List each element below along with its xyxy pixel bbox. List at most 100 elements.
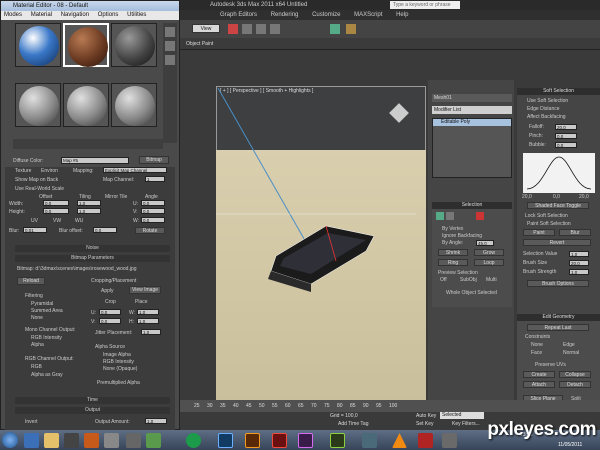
app-gray-icon[interactable] [442, 433, 457, 448]
ignore-backfacing-checkbox[interactable]: Ignore Backfacing [442, 233, 482, 239]
constraint-none-radio[interactable]: None [531, 342, 543, 348]
ring-button[interactable]: Ring [438, 259, 468, 266]
material-slot-3[interactable] [111, 23, 157, 67]
material-editor-title[interactable]: Material Editor - 08 - Default [1, 1, 179, 11]
rotate-button[interactable]: Rotate [135, 227, 165, 234]
paint-button[interactable]: Paint [523, 229, 555, 236]
invert-checkbox[interactable]: Invert [25, 419, 38, 425]
image-alpha-radio[interactable]: Image Alpha [103, 352, 131, 358]
sample-type-icon[interactable] [165, 27, 175, 37]
firefox-icon[interactable] [84, 433, 99, 448]
chrome-icon[interactable] [146, 433, 161, 448]
stack-item-editable-poly[interactable]: Editable Poly [433, 119, 511, 126]
preview-multi-radio[interactable]: Multi [486, 277, 497, 283]
rotate-icon[interactable] [256, 24, 266, 34]
illustrator-icon[interactable] [245, 433, 260, 448]
constraint-face-radio[interactable]: Face [531, 350, 542, 356]
menu-rendering[interactable]: Rendering [271, 12, 299, 18]
blur-field[interactable]: 0,01 [23, 227, 47, 233]
rgb-intensity-radio[interactable]: RGB Intensity [31, 335, 62, 341]
crop-w-field[interactable]: 1,0 [137, 309, 159, 315]
menu-material[interactable]: Material [31, 12, 52, 18]
selection-header[interactable]: Selection [432, 202, 512, 209]
angle-v-field[interactable]: 0,0 [141, 208, 165, 214]
detach-button[interactable]: Detach [559, 381, 591, 388]
pinch-field[interactable]: 0,0 [555, 133, 577, 139]
clock-date[interactable]: 11/05/2011 [558, 442, 582, 448]
app-red-icon[interactable] [418, 433, 433, 448]
set-key-button[interactable]: Set Key [416, 421, 434, 427]
show-map-on-back-checkbox[interactable]: Show Map on Back [15, 177, 58, 183]
menu-maxscript[interactable]: MAXScript [354, 12, 382, 18]
explorer-icon[interactable] [44, 433, 59, 448]
angle-u-field[interactable]: 0,0 [141, 200, 165, 206]
dreamweaver-icon[interactable] [330, 433, 345, 448]
bubble-field[interactable]: 0,0 [555, 142, 577, 148]
output-amount-field[interactable]: 1,0 [145, 418, 167, 424]
soft-selection-header[interactable]: Soft Selection [517, 88, 600, 95]
wu-radio[interactable]: WU [75, 218, 83, 224]
by-angle-checkbox[interactable]: By Angle: [442, 240, 463, 246]
jitter-field[interactable]: 1,0 [141, 329, 161, 335]
material-slot-2[interactable] [63, 23, 109, 67]
material-slot-1[interactable] [15, 23, 61, 67]
tiling-u-field[interactable]: 1,0 [77, 200, 101, 206]
brush-options-button[interactable]: Brush Options [527, 280, 589, 287]
spotify-icon[interactable] [186, 433, 201, 448]
constraint-normal-radio[interactable]: Normal [563, 350, 579, 356]
selection-value-field[interactable]: 1,0 [569, 251, 589, 257]
filter-none-radio[interactable]: None [31, 315, 43, 321]
map-channel-field[interactable]: 1 [145, 176, 165, 182]
tiling-v-field[interactable]: 1,0 [77, 208, 101, 214]
alpha-radio[interactable]: Alpha [31, 342, 44, 348]
jitter-placement-checkbox[interactable]: Jitter Placement: [95, 330, 132, 336]
3dsmax-icon[interactable] [362, 433, 377, 448]
shrink-button[interactable]: Shrink [438, 249, 468, 256]
angle-w-field[interactable]: 0,0 [141, 217, 165, 223]
ie-icon[interactable] [24, 433, 39, 448]
alpha-rgb-intensity-radio[interactable]: RGB Intensity [103, 359, 134, 365]
menu-help[interactable]: Help [396, 12, 408, 18]
material-slot-5[interactable] [63, 83, 109, 127]
key-filters-button[interactable]: Key Filters... [452, 421, 480, 427]
affect-backfacing-checkbox[interactable]: Affect Backfacing [527, 114, 566, 120]
material-slot-6[interactable] [111, 83, 157, 127]
material-slot-4[interactable] [15, 83, 61, 127]
backlight-icon[interactable] [165, 41, 175, 51]
scale-icon[interactable] [270, 24, 280, 34]
search-input[interactable]: Type a keyword or phrase [390, 1, 460, 9]
menu-navigation[interactable]: Navigation [61, 12, 89, 18]
crop-radio[interactable]: Crop [105, 299, 116, 305]
object-name-field[interactable]: Mesh01 [432, 94, 512, 102]
texture-radio[interactable]: Texture [15, 168, 31, 174]
key-filter-dropdown[interactable]: Selected [440, 412, 484, 419]
bitmap-parameters-rollout[interactable]: Bitmap Parameters [15, 255, 170, 262]
object-paint-tab[interactable]: Object Paint [186, 41, 213, 47]
preview-subobj-radio[interactable]: SubObj [460, 277, 477, 283]
crop-h-field[interactable]: 1,0 [137, 318, 159, 324]
brush-size-field[interactable]: 20,0 [569, 260, 589, 266]
time-slider-track[interactable]: 25 30 35 40 45 50 55 60 65 70 75 80 85 90 95 100 [180, 400, 600, 412]
apply-checkbox[interactable]: Apply [101, 288, 114, 294]
collapse-button[interactable]: Collapse [559, 371, 591, 378]
move-icon[interactable] [242, 24, 252, 34]
crop-v-field[interactable]: 0,0 [99, 318, 121, 324]
render-icon[interactable] [346, 24, 356, 34]
rgb-radio[interactable]: RGB [31, 364, 42, 370]
preview-off-radio[interactable]: Off [440, 277, 447, 283]
by-vertex-checkbox[interactable]: By Vertex [442, 226, 463, 232]
blur-button[interactable]: Blur [559, 229, 591, 236]
offset-u-field[interactable]: 0,0 [43, 200, 69, 206]
flash-icon[interactable] [272, 433, 287, 448]
edge-distance-checkbox[interactable]: Edge Distance [527, 106, 560, 112]
shaded-face-toggle-button[interactable]: Shaded Face Toggle [527, 202, 589, 209]
time-rollout[interactable]: Time [15, 397, 170, 404]
folder-icon[interactable] [104, 433, 119, 448]
select-icon[interactable] [228, 24, 238, 34]
reload-button[interactable]: Reload [17, 277, 45, 285]
vw-radio[interactable]: VW [53, 218, 61, 224]
map-name-field[interactable]: Map #5 [61, 157, 129, 164]
uv-radio[interactable]: UV [31, 218, 38, 224]
environ-radio[interactable]: Environ [41, 168, 58, 174]
alpha-as-gray-radio[interactable]: Alpha as Gray [31, 372, 63, 378]
